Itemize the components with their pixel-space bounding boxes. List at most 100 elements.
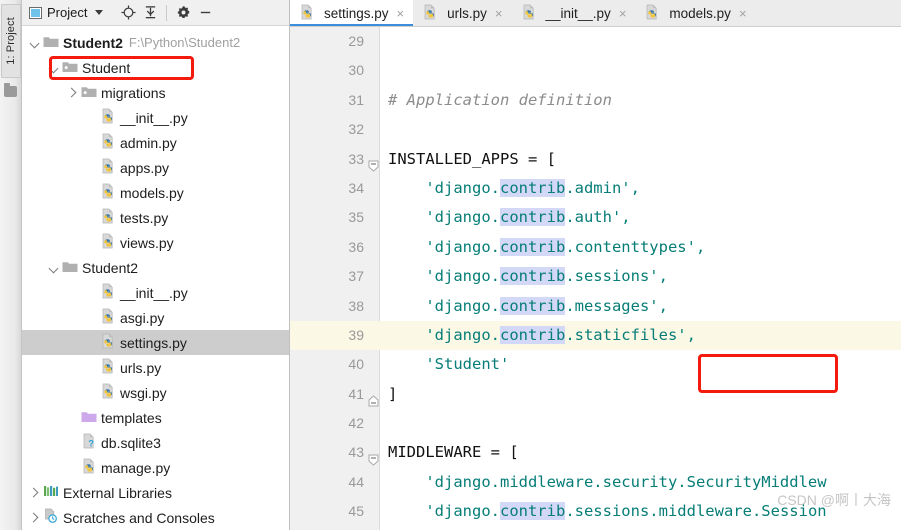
code-line[interactable]: 44 'django.middleware.security.SecurityM… xyxy=(290,468,901,497)
code-text: 'django.middleware.security.SecurityMidd… xyxy=(425,472,827,491)
code-text: INSTALLED_APPS = [ xyxy=(388,149,556,168)
tool-window-button-project[interactable]: 1: Project xyxy=(1,4,21,78)
editor-area: settings.py × urls.py × __init__.py × models.p… xyxy=(290,0,901,530)
project-view-selector[interactable]: Project xyxy=(26,5,106,20)
code-line[interactable]: 42 xyxy=(290,409,901,438)
collapse-all-icon[interactable] xyxy=(140,3,160,23)
tree-row[interactable]: __init__.py xyxy=(22,280,289,305)
code-text: # Application definition xyxy=(388,90,612,109)
tree-row[interactable]: External Libraries xyxy=(22,480,289,505)
tree-row[interactable]: manage.py xyxy=(22,455,289,480)
chevron-down-icon[interactable] xyxy=(47,261,60,274)
close-icon[interactable]: × xyxy=(495,7,503,20)
chevron-down-icon[interactable] xyxy=(28,36,41,49)
editor-tab-label: models.py xyxy=(669,5,731,21)
code-editor[interactable]: 29 30 31 # Application definition 32 33 INSTAL… xyxy=(290,27,901,530)
python-file-icon xyxy=(422,4,438,23)
code-line[interactable]: 30 xyxy=(290,56,901,85)
toolbar-separator xyxy=(166,4,168,21)
fold-open-icon[interactable] xyxy=(368,153,379,172)
editor-tab-bar[interactable]: settings.py × urls.py × __init__.py × models.p… xyxy=(290,0,901,27)
python-file-icon xyxy=(100,333,116,352)
code-line[interactable]: 46 'django.middleware.common.CommonMiddl… xyxy=(290,527,901,530)
tree-row[interactable]: tests.py xyxy=(22,205,289,230)
editor-tab[interactable]: __init__.py × xyxy=(512,0,636,26)
line-number: 30 xyxy=(348,62,364,79)
line-number: 39 xyxy=(348,326,364,343)
code-line[interactable]: 33 INSTALLED_APPS = [ xyxy=(290,145,901,174)
chevron-right-icon[interactable] xyxy=(66,86,79,99)
code-text: 'django.contrib.staticfiles', xyxy=(425,325,696,344)
code-line[interactable]: 35 'django.contrib.auth', xyxy=(290,203,901,232)
code-line[interactable]: 43 MIDDLEWARE = [ xyxy=(290,438,901,467)
pycharm-window: 1: Project Project Student2 F:\Python\St… xyxy=(0,0,901,530)
code-line[interactable]: 29 xyxy=(290,27,901,56)
tree-row[interactable]: views.py xyxy=(22,230,289,255)
line-number: 29 xyxy=(348,33,364,49)
project-toolbar: Project xyxy=(22,0,289,26)
minimize-icon[interactable] xyxy=(195,3,215,23)
tree-row[interactable]: Student2 xyxy=(22,255,289,280)
unknown-file-icon: ? xyxy=(81,433,97,452)
editor-tab[interactable]: models.py × xyxy=(635,0,755,26)
gear-icon[interactable] xyxy=(173,3,193,23)
code-line[interactable]: 45 'django.contrib.sessions.middleware.S… xyxy=(290,497,901,526)
tree-row[interactable]: admin.py xyxy=(22,130,289,155)
project-tool-window: Project Student2 F:\Python\Student2 Stud… xyxy=(22,0,290,530)
tree-row-label: admin.py xyxy=(120,134,177,151)
code-line[interactable]: 31 # Application definition xyxy=(290,86,901,115)
code-line[interactable]: 41] xyxy=(290,380,901,409)
editor-tab[interactable]: settings.py × xyxy=(290,0,414,26)
code-line[interactable]: 39 'django.contrib.staticfiles', xyxy=(290,320,901,351)
libraries-icon xyxy=(43,484,59,501)
code-line[interactable]: 40 'Student' xyxy=(290,350,901,379)
fold-close-icon[interactable] xyxy=(368,388,379,407)
editor-tab[interactable]: urls.py × xyxy=(413,0,511,26)
code-line[interactable]: 36 'django.contrib.contenttypes', xyxy=(290,233,901,262)
tree-row-label: wsgi.py xyxy=(120,384,167,401)
code-text: 'django.contrib.auth', xyxy=(425,208,631,227)
tree-row[interactable]: ? db.sqlite3 xyxy=(22,430,289,455)
close-icon[interactable]: × xyxy=(397,7,405,20)
line-number: 40 xyxy=(348,356,364,373)
code-line[interactable]: 32 xyxy=(290,115,901,144)
tool-window-button-project-label: 1: Project xyxy=(5,17,17,65)
editor-tab-label: urls.py xyxy=(447,5,487,21)
code-lines[interactable]: 29 30 31 # Application definition 32 33 INSTAL… xyxy=(290,27,901,530)
tree-row[interactable]: apps.py xyxy=(22,155,289,180)
line-number: 38 xyxy=(348,297,364,314)
code-line[interactable]: 34 'django.contrib.admin', xyxy=(290,174,901,203)
chevron-right-icon[interactable] xyxy=(28,511,41,524)
tree-row[interactable]: Scratches and Consoles xyxy=(22,505,289,530)
tree-row[interactable]: models.py xyxy=(22,180,289,205)
project-tree[interactable]: Student2 F:\Python\Student2 Student migrati… xyxy=(22,27,289,530)
fold-open-icon[interactable] xyxy=(368,447,379,466)
line-number: 33 xyxy=(348,150,364,167)
code-line[interactable]: 38 'django.contrib.messages', xyxy=(290,292,901,321)
code-line[interactable]: 37 'django.contrib.sessions', xyxy=(290,262,901,291)
close-icon[interactable]: × xyxy=(619,7,627,20)
chevron-down-icon[interactable] xyxy=(95,10,104,15)
tree-row[interactable]: urls.py xyxy=(22,355,289,380)
tree-row[interactable]: wsgi.py xyxy=(22,380,289,405)
close-icon[interactable]: × xyxy=(739,7,747,20)
code-text: MIDDLEWARE = [ xyxy=(388,443,519,462)
chevron-down-icon[interactable] xyxy=(47,61,60,74)
folder-icon xyxy=(4,83,17,97)
tree-row[interactable]: Student xyxy=(22,55,289,80)
tree-row[interactable]: templates xyxy=(22,405,289,430)
chevron-right-icon[interactable] xyxy=(28,486,41,499)
tree-row[interactable]: Student2 F:\Python\Student2 xyxy=(22,30,289,55)
tree-row[interactable]: __init__.py xyxy=(22,105,289,130)
tree-row[interactable]: settings.py xyxy=(22,330,289,355)
tree-row[interactable]: migrations xyxy=(22,80,289,105)
tree-row-label: models.py xyxy=(120,184,184,201)
tree-row[interactable]: asgi.py xyxy=(22,305,289,330)
svg-text:?: ? xyxy=(88,438,94,449)
crosshair-target-icon[interactable] xyxy=(118,3,138,23)
